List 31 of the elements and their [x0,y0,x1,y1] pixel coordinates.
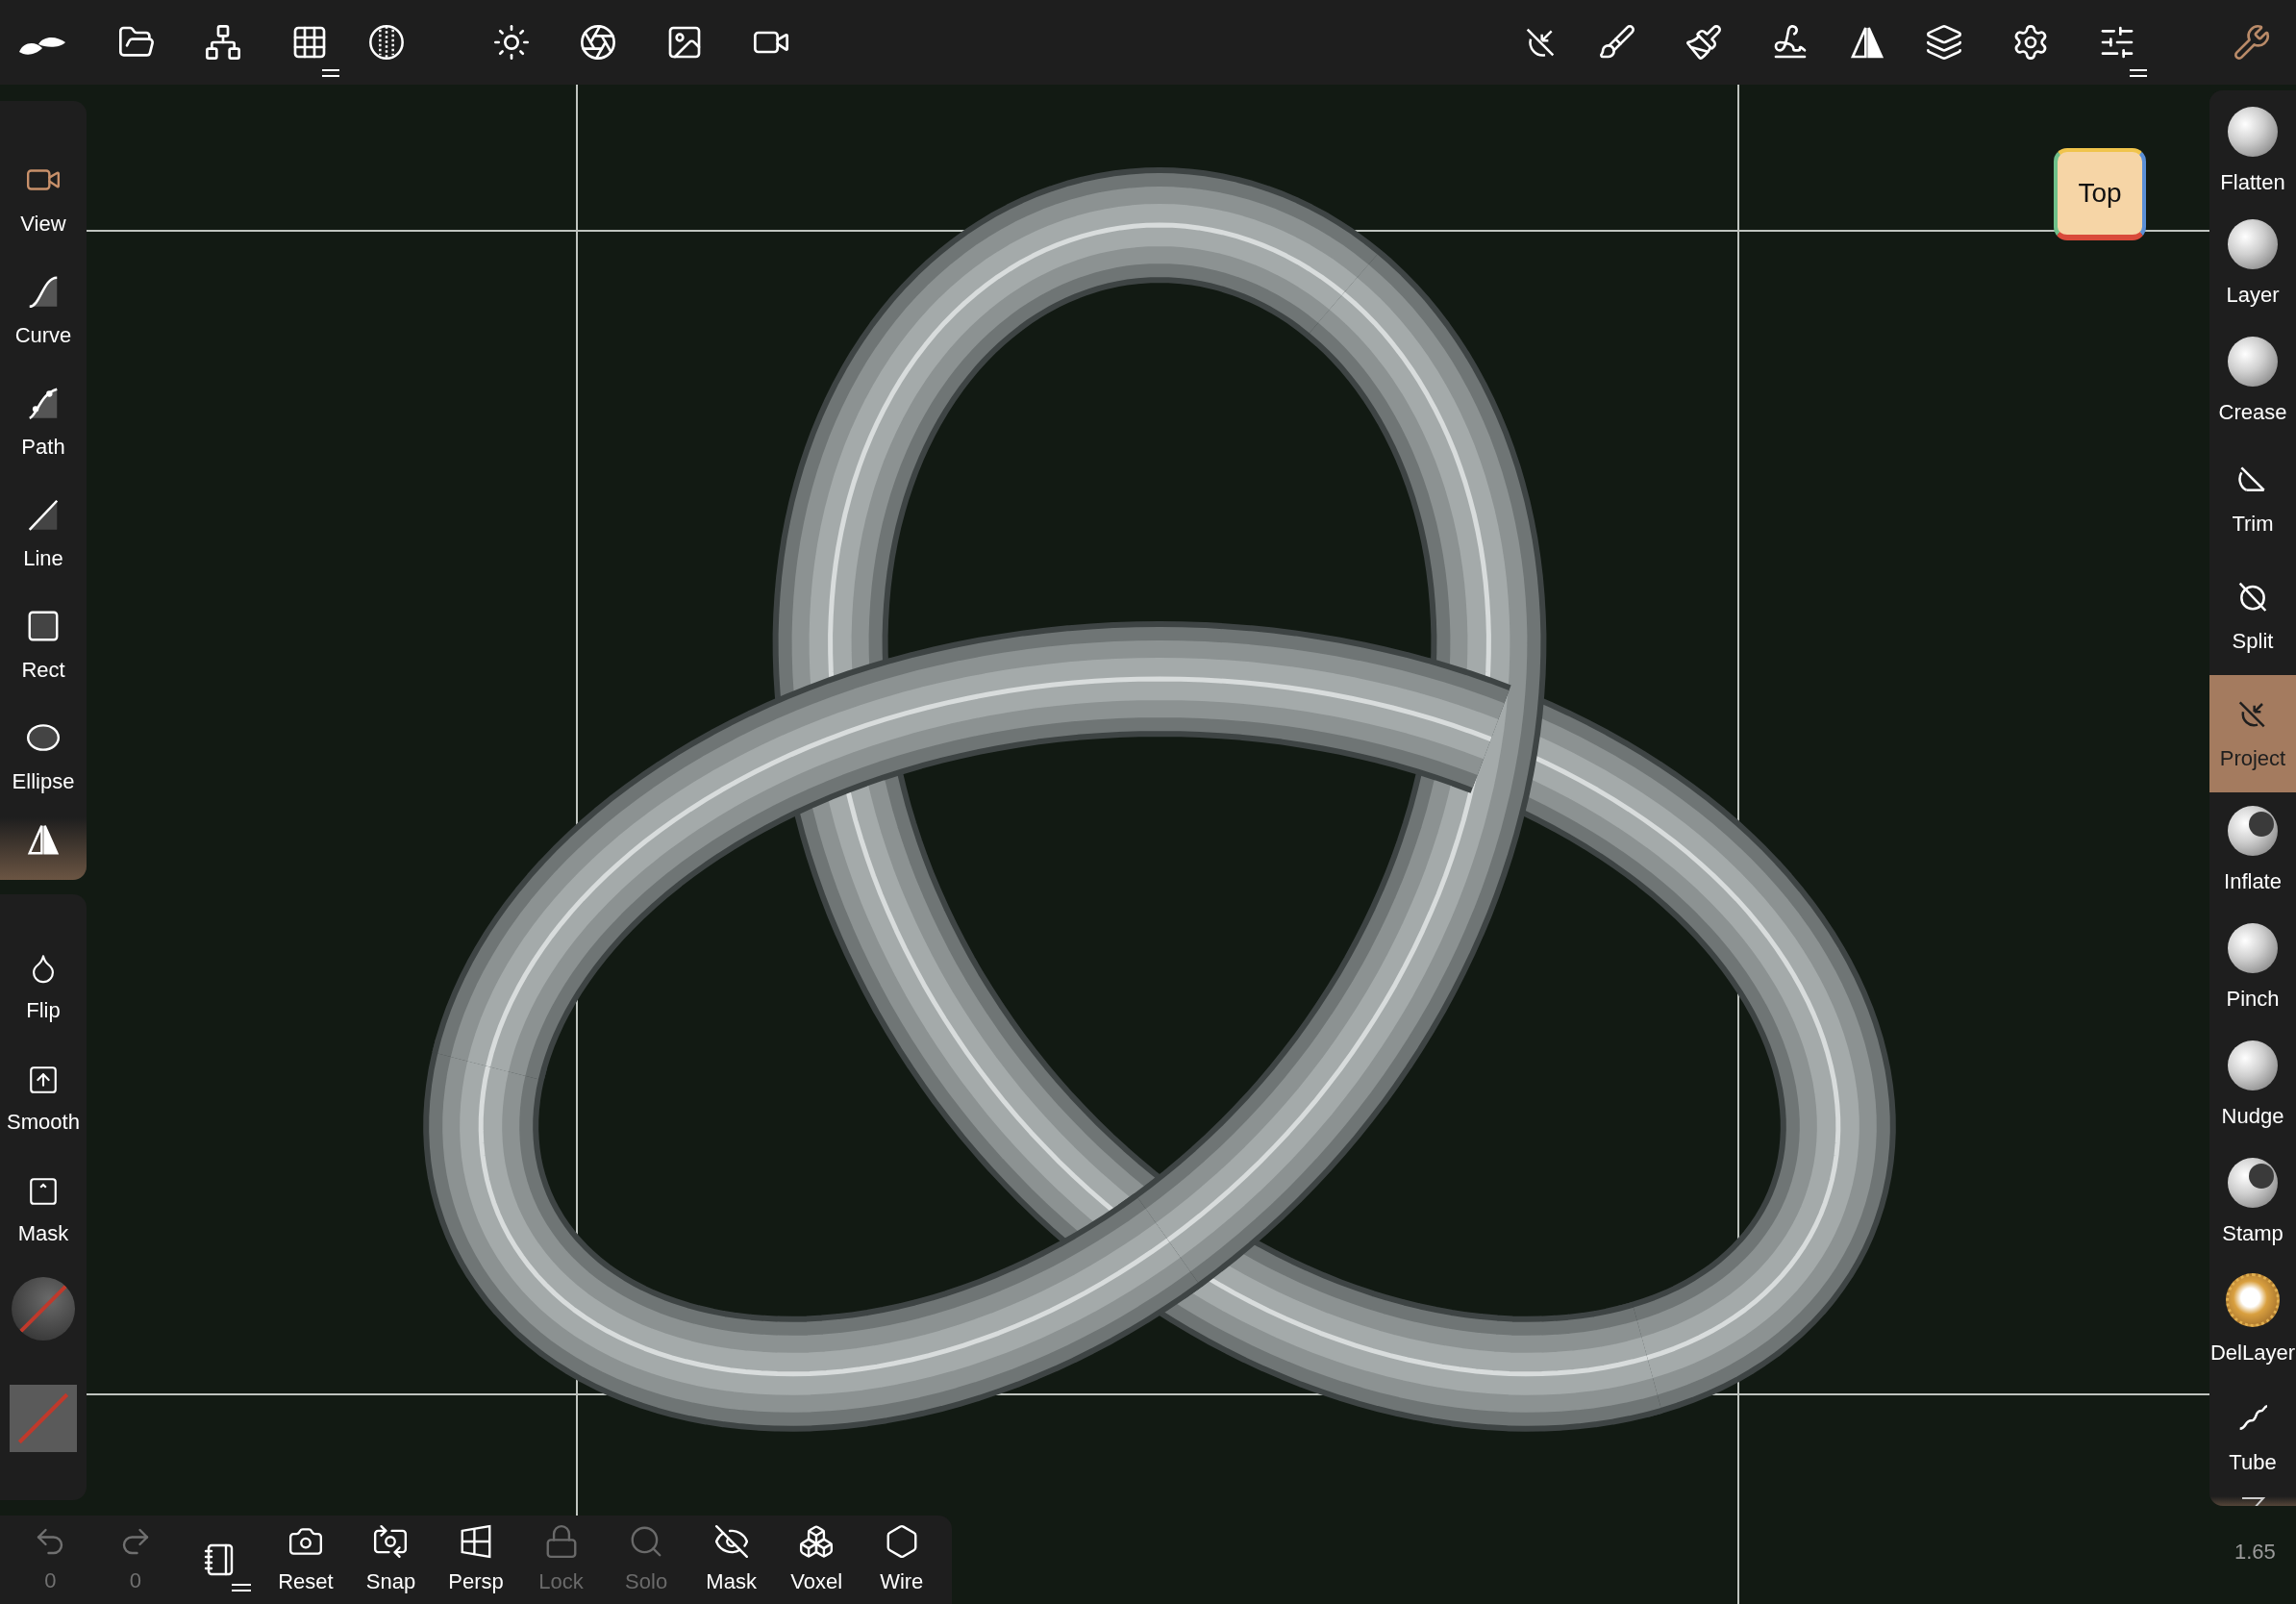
view-option-button[interactable]: Snap [354,1522,428,1597]
zoom-level: 1.65 [2234,1539,2276,1566]
paintbrush-icon[interactable] [1685,23,1723,62]
tool-button[interactable]: Curve [1,256,86,367]
eye-off-icon [712,1522,750,1560]
view-option-button[interactable]: Persp [438,1522,513,1597]
switch-camera-icon [372,1522,410,1560]
view-option-button[interactable]: Wire [864,1522,938,1597]
tool-button[interactable]: Line [1,479,86,590]
action-button[interactable]: Flip [1,933,86,1044]
aperture-icon[interactable] [579,23,617,62]
wrench-icon[interactable] [2233,23,2271,62]
tool-button[interactable]: View [1,144,86,256]
sun-icon[interactable] [492,23,531,62]
brush-button[interactable]: Project [2209,675,2296,792]
tool-button[interactable]: Path [1,367,86,479]
view-option-button[interactable]: Voxel [779,1522,854,1597]
menu-lines-icon [230,1584,252,1591]
action-button[interactable]: Mask [1,1156,86,1267]
layers-icon[interactable] [1925,23,1963,62]
hierarchy-icon[interactable] [204,23,242,62]
view-option-button[interactable]: Reset [268,1522,343,1597]
action-button[interactable]: Smooth [1,1044,86,1156]
view-cube[interactable]: Top [2054,148,2146,240]
view-option-button[interactable]: Mask [694,1522,768,1597]
material-swatch[interactable] [10,1385,77,1452]
tool-button[interactable]: Rect [1,590,86,702]
dotted-sphere-icon[interactable] [367,23,406,62]
menu-lines-icon [321,69,340,77]
menu-lines-icon [2129,69,2148,77]
tool-button[interactable]: Ellipse [1,702,86,814]
